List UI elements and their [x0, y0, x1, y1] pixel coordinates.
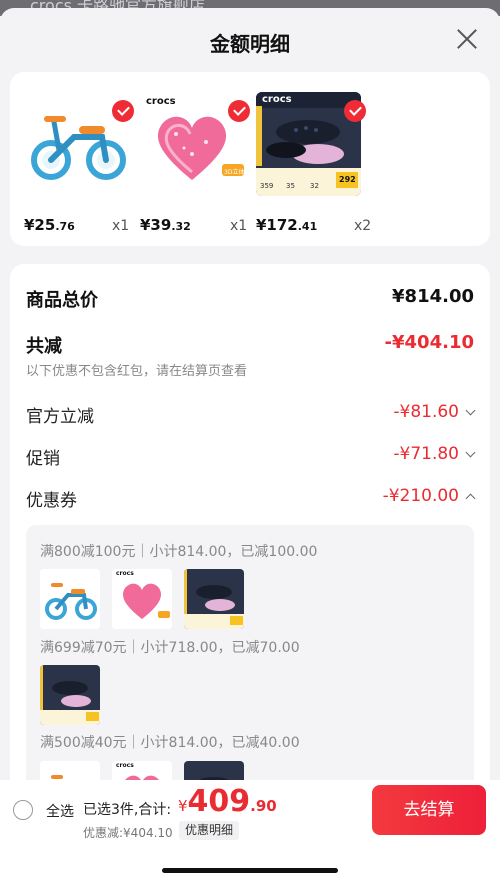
- total-reduce-value: -¥404.10: [384, 332, 474, 353]
- total-price-value: ¥814.00: [392, 286, 474, 307]
- crocs-brand-text: crocs: [146, 96, 176, 107]
- selected-check-icon[interactable]: [344, 100, 366, 122]
- chevron-up-icon: [465, 493, 476, 504]
- bike-thumbnail: [40, 569, 100, 629]
- chevron-down-icon: [465, 447, 476, 458]
- ad-number: 359: [260, 182, 274, 190]
- discount-note: 以下优惠不包含红包，请在结算页查看: [26, 364, 248, 379]
- selected-check-icon[interactable]: [112, 100, 134, 122]
- discount-detail-button[interactable]: 优惠明细: [179, 821, 240, 840]
- product-item[interactable]: crocs 359 35 32 292 ¥172.41 x2: [256, 92, 371, 237]
- promotion-row[interactable]: 促销 -¥71.80: [26, 444, 476, 470]
- coupon-rule: 满699减70元｜小计718.00，已减70.00: [40, 640, 300, 656]
- promotion-label: 促销: [26, 449, 60, 469]
- total-price-label: 商品总价: [26, 290, 98, 311]
- coupon-row[interactable]: 优惠券 -¥210.00: [26, 486, 476, 512]
- amount-detail-sheet: 金额明细 ¥25.76 x1 crocs 3D立体 ¥39.32 x1 croc…: [0, 8, 500, 876]
- clog-thumbnail: [184, 569, 244, 629]
- 3d-badge: 3D立体: [224, 169, 245, 176]
- crocs-brand-text: crocs: [116, 570, 134, 577]
- crocs-brand-text: crocs: [116, 762, 134, 769]
- coupon-rule: 满800减100元｜小计814.00，已减100.00: [40, 544, 318, 560]
- selected-check-icon[interactable]: [228, 100, 250, 122]
- official-discount-row[interactable]: 官方立减 -¥81.60: [26, 402, 476, 428]
- home-indicator: [162, 868, 338, 873]
- heart-thumbnail: crocs: [112, 569, 172, 629]
- ad-price-tag: 292: [339, 175, 356, 184]
- product-qty: x1: [112, 218, 130, 234]
- product-price: ¥172.41: [256, 216, 318, 234]
- chevron-down-icon: [465, 405, 476, 416]
- sheet-title: 金额明细: [210, 32, 290, 56]
- product-price: ¥39.32: [140, 216, 191, 234]
- coupon-label: 优惠券: [26, 491, 77, 511]
- coupon-value: -¥210.00: [383, 486, 476, 506]
- ad-number: 35: [286, 182, 295, 190]
- product-item[interactable]: ¥25.76 x1: [24, 92, 134, 237]
- discount-summary: 优惠减:¥404.10: [83, 826, 173, 840]
- close-icon[interactable]: [456, 28, 478, 50]
- clog-thumbnail: [40, 665, 100, 725]
- select-all-label[interactable]: 全选: [46, 801, 74, 821]
- product-qty: x2: [354, 218, 372, 234]
- coupon-breakdown: 满800减100元｜小计814.00，已减100.00 crocs 满699减7…: [26, 525, 474, 815]
- total-reduce-label: 共减: [26, 336, 62, 357]
- product-item[interactable]: crocs 3D立体 ¥39.32 x1: [140, 92, 250, 237]
- checkout-total: ¥409.90: [178, 784, 277, 819]
- official-discount-value: -¥81.60: [393, 402, 476, 422]
- promotion-value: -¥71.80: [393, 444, 476, 464]
- coupon-rule: 满500减40元｜小计814.00，已减40.00: [40, 735, 300, 751]
- total-price-row: 商品总价 ¥814.00: [26, 286, 474, 312]
- checkout-button[interactable]: 去结算: [372, 785, 486, 835]
- selected-count-text: 已选3件,合计:: [83, 802, 172, 818]
- checkout-bar: 全选 已选3件,合计: ¥409.90 优惠减:¥404.10 优惠明细 去结算: [0, 780, 500, 876]
- select-all-radio[interactable]: [13, 800, 33, 820]
- total-reduce-row: 共减 -¥404.10: [26, 332, 474, 358]
- crocs-brand-text: crocs: [262, 94, 292, 105]
- products-card: ¥25.76 x1 crocs 3D立体 ¥39.32 x1 crocs 359…: [10, 72, 490, 246]
- official-discount-label: 官方立减: [26, 407, 94, 427]
- product-qty: x1: [230, 218, 248, 234]
- product-price: ¥25.76: [24, 216, 75, 234]
- sheet-header: 金额明细: [0, 8, 500, 72]
- ad-number: 32: [310, 182, 319, 190]
